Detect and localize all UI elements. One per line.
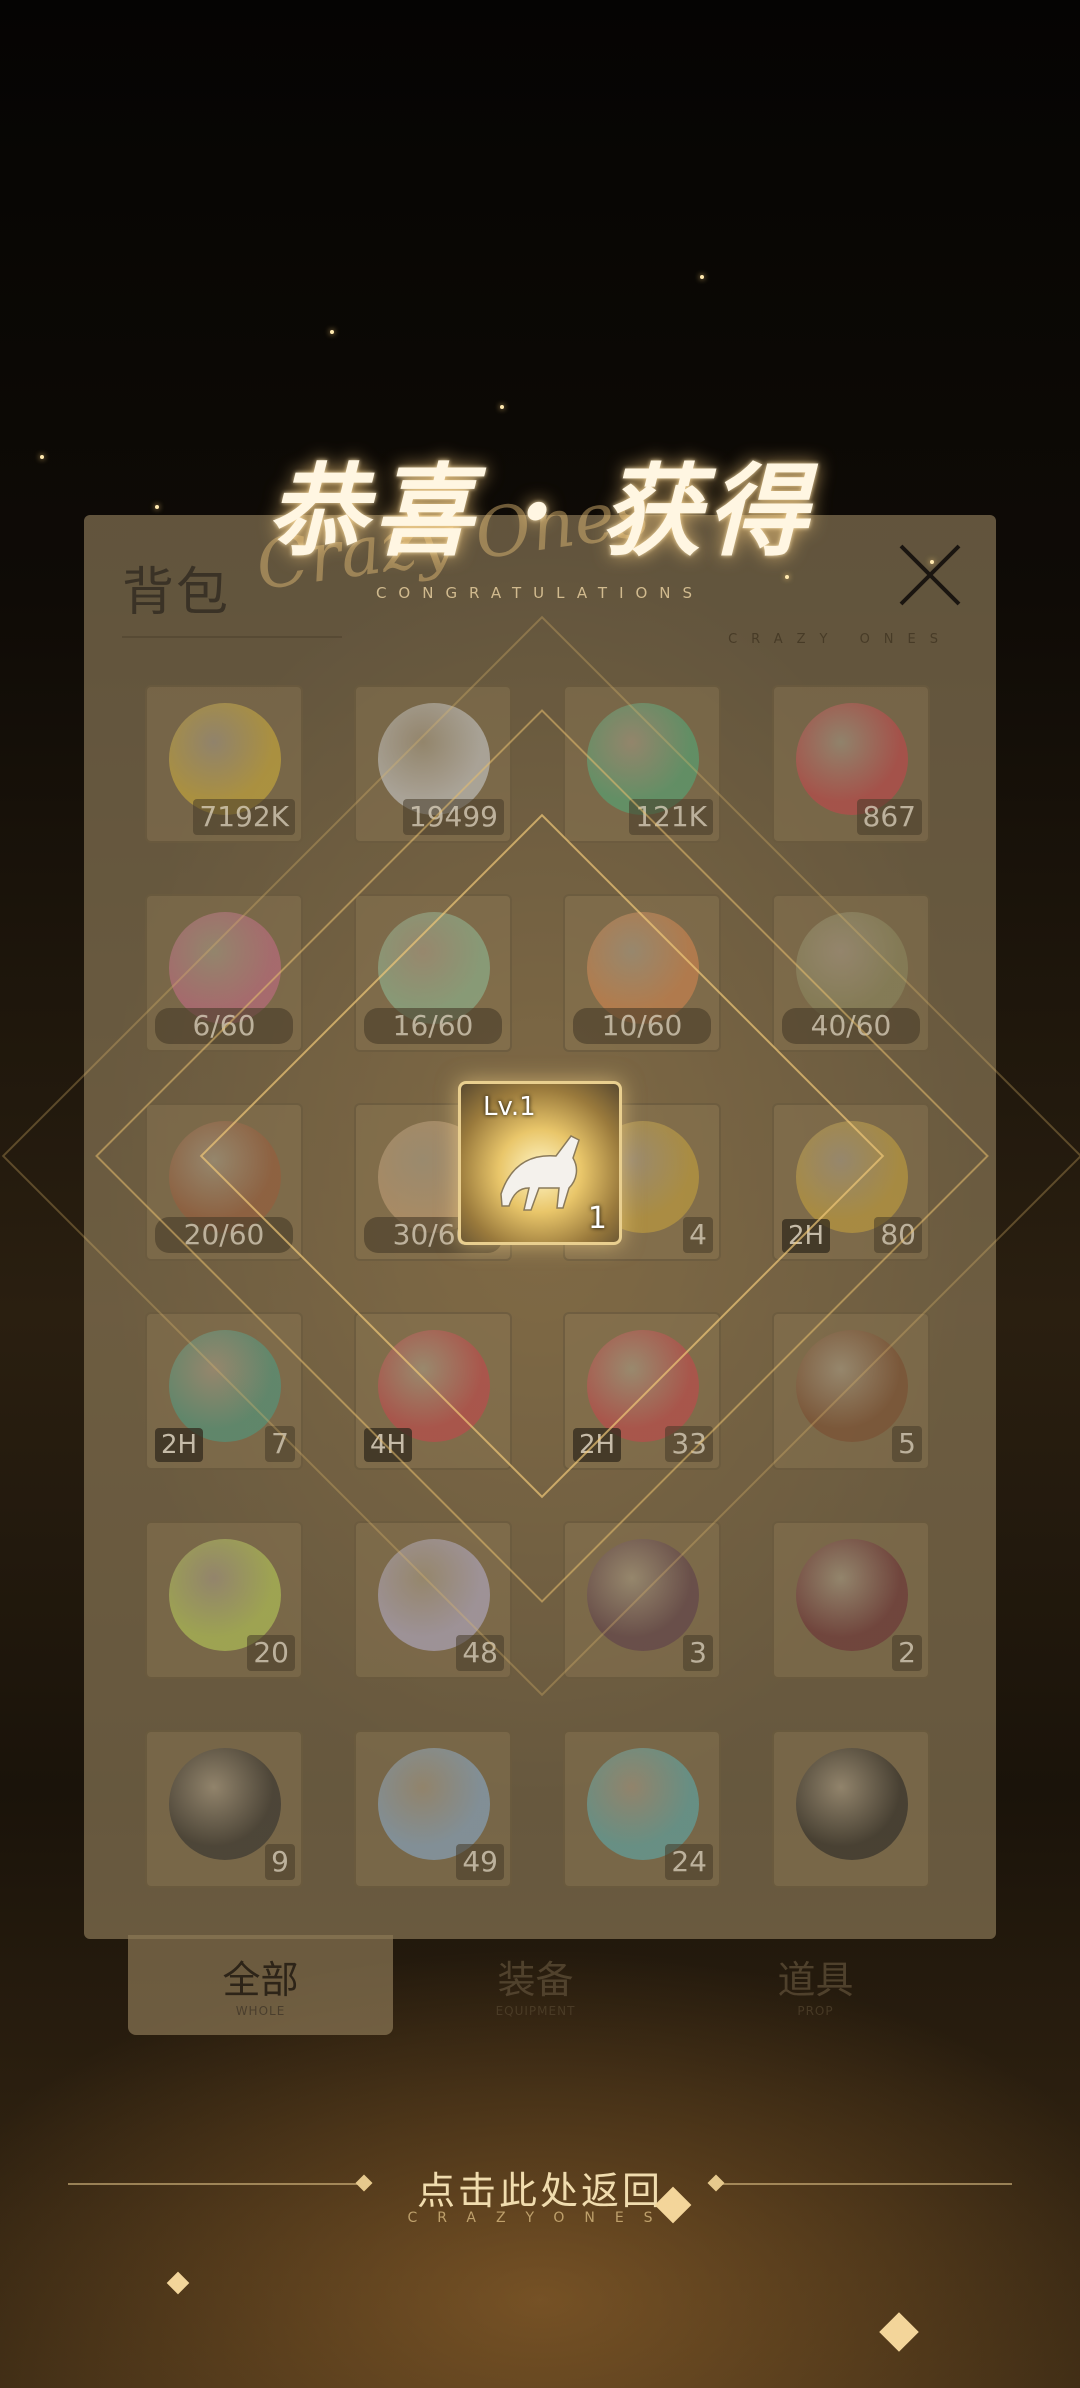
panel-brand: CRAZY ONES [728, 632, 952, 647]
star [500, 405, 504, 409]
congrats-subtitle: CONGRATULATIONS [375, 584, 705, 602]
inventory-slot[interactable]: 867 [772, 685, 930, 843]
star [40, 455, 44, 459]
tab-whole[interactable]: 全部 WHOLE [128, 1935, 393, 2035]
back-label: 点击此处返回 [416, 2169, 663, 2213]
inventory-slot[interactable]: 9 [145, 1730, 303, 1888]
inventory-slot[interactable]: 24 [563, 1730, 721, 1888]
reward-count: 1 [587, 1201, 607, 1236]
ticket-icon [796, 1539, 908, 1651]
item-quantity: 867 [856, 799, 922, 835]
tab-sublabel: WHOLE [235, 2004, 286, 2018]
tab-prop[interactable]: 道具 PROP [683, 1935, 948, 2035]
name-card-icon [796, 1748, 908, 1860]
inventory-slot[interactable] [772, 1730, 930, 1888]
item-quantity: 24 [665, 1844, 713, 1880]
tab-sublabel: PROP [797, 2004, 834, 2018]
congrats-title: 恭喜 · 获得 [266, 452, 814, 570]
title-divider [122, 636, 342, 638]
tab-equipment[interactable]: 装备 EQUIPMENT [403, 1935, 668, 2035]
star [700, 275, 704, 279]
star [330, 330, 334, 334]
star [785, 575, 789, 579]
star [155, 505, 159, 509]
inventory-slot[interactable]: 20 [145, 1521, 303, 1679]
drink-can-icon [169, 1748, 281, 1860]
item-quantity: 9 [265, 1844, 295, 1880]
item-quantity: 49 [456, 1844, 504, 1880]
inventory-slot[interactable]: 49 [354, 1730, 512, 1888]
inventory-slot[interactable]: 7192K [145, 685, 303, 843]
tab-label: 全部 [222, 1958, 299, 2002]
tab-bar: 全部 WHOLE 装备 EQUIPMENT 道具 PROP [128, 1935, 958, 2035]
item-quantity: 5 [892, 1426, 922, 1462]
back-prompt[interactable]: 点击此处返回 CRAZYONES [68, 2160, 1012, 2240]
item-quantity: 7192K [193, 799, 295, 835]
item-quantity: 2 [892, 1635, 922, 1671]
tab-sublabel: EQUIPMENT [495, 2004, 576, 2018]
tab-label: 道具 [777, 1958, 854, 2002]
item-quantity: 3 [683, 1635, 713, 1671]
item-quantity: 20 [247, 1635, 295, 1671]
duration-badge: 2H [155, 1428, 204, 1462]
star [930, 560, 934, 564]
inventory-slot[interactable]: 2 [772, 1521, 930, 1679]
reward-item[interactable]: Lv.1 1 [458, 1081, 622, 1245]
tab-label: 装备 [497, 1958, 574, 2002]
back-sublabel: CRAZYONES [407, 2210, 673, 2226]
reward-level: Lv.1 [483, 1092, 536, 1122]
